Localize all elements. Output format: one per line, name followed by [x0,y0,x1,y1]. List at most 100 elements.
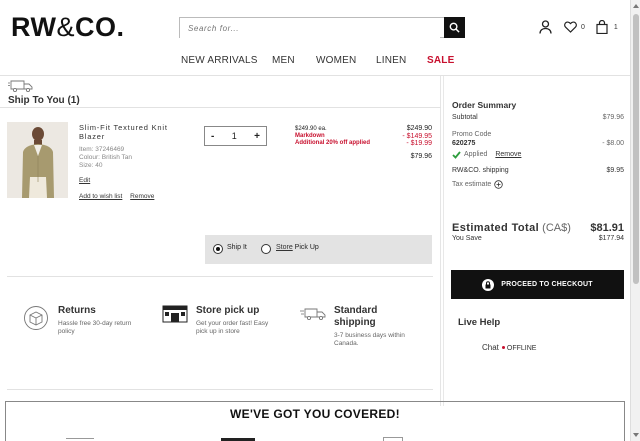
currency-label: (CA$) [542,222,571,234]
shipping-row: RW&CO. shipping $9.95 [452,167,624,174]
store-icon [162,305,188,323]
product-image[interactable] [7,122,68,198]
feature-returns-desc: Hassle free 30-day return policy [58,320,132,335]
additional-discount-label: Additional 20% off applied [295,140,371,146]
nav-item-men[interactable]: MEN [272,55,295,66]
promo-remove-link[interactable]: Remove [495,151,521,159]
subtotal-label: Subtotal [452,114,478,121]
product-item-number: Item: 37246469 [79,146,125,153]
lock-icon [482,278,495,291]
plus-circle-icon[interactable] [494,180,503,189]
divider [7,389,433,390]
banner-icon-partial [383,437,403,441]
delivery-truck-icon [300,308,326,321]
ship-it-label[interactable]: Ship It [227,244,247,251]
check-icon [452,151,461,159]
remove-item-link[interactable]: Remove [130,193,154,200]
banner-icon-partial [66,438,94,439]
checkout-label: PROCEED TO CHECKOUT [501,281,593,288]
price-original: $249.90 [406,125,432,132]
you-save-row: You Save $177.94 [452,235,624,242]
scroll-up-arrow-icon[interactable] [633,4,639,8]
page-scrollbar[interactable] [630,0,640,441]
promo-code-value: 620275 [452,140,476,147]
subtotal-value: $79.96 [602,114,624,121]
fulfillment-options: Ship It Store Pick Up [205,235,432,264]
quantity-value[interactable]: 1 [232,131,237,141]
divider [0,107,441,108]
cart-count: 1 [613,23,618,31]
store-pickup-radio[interactable] [261,244,271,254]
user-icon [539,20,552,34]
nav-item-women[interactable]: WOMEN [316,55,356,66]
markdown-amount: - $149.95 [402,132,432,140]
nav-item-sale[interactable]: SALE [427,55,454,66]
account-button[interactable] [539,20,552,34]
item-final-price: $79.96 [410,152,432,160]
quantity-decrease-button[interactable]: - [211,131,214,142]
you-save-label: You Save [452,235,482,242]
quantity-increase-button[interactable]: + [254,131,260,142]
nav-item-new-arrivals[interactable]: NEW ARRIVALS [181,55,258,66]
logo-amp: & [56,12,76,42]
chat-label: Chat [482,343,499,352]
proceed-to-checkout-button[interactable]: PROCEED TO CHECKOUT [451,270,624,299]
tax-estimate-label: Tax estimate [452,181,492,188]
scrollbar-thumb[interactable] [633,14,639,284]
price-breakdown-values: $249.90 - $149.95 - $19.99 $79.96 [395,125,432,160]
wishlist-button[interactable]: 0 [564,21,585,33]
offline-status-dot-icon [501,345,505,349]
order-summary-panel: Order Summary Subtotal $79.96 Promo Code… [443,76,630,406]
cart-section: Ship To You (1) Slim-Fit Textured Knit B… [0,76,441,406]
additional-discount-amount: - $19.99 [406,140,432,147]
store-pickup-link[interactable]: Store [276,244,293,251]
feature-returns-title: Returns [58,305,96,316]
edit-link[interactable]: Edit [79,177,90,184]
divider [7,276,433,277]
subtotal-row: Subtotal $79.96 [452,114,624,121]
promo-applied-label: Applied [464,151,488,158]
price-breakdown-labels: $249.90 ea. Markdown Additional 20% off … [295,126,370,147]
product-size: Size: 40 [79,162,103,169]
product-name[interactable]: Slim-Fit Textured Knit Blazer [79,123,189,141]
feature-shipping-desc: 3-7 business days within Canada. [334,332,405,347]
cart-button[interactable]: 1 [596,20,618,34]
header-icons: 0 1 [539,20,618,34]
store-pickup-label: Pick Up [292,244,319,251]
promo-code-label: Promo Code [452,131,492,138]
price-each: $249.90 ea. [295,126,327,132]
add-to-wishlist-link[interactable]: Add to wish list [79,193,122,200]
markdown-label: Markdown [295,133,325,139]
covered-banner-title: WE'VE GOT YOU COVERED! [230,407,400,421]
promo-applied-row: Applied Remove [452,151,624,159]
main-nav: NEW ARRIVALS MEN WOMEN LINEN SALE [0,55,630,75]
promo-code-row: 620275 - $8.00 [452,140,624,147]
feature-shipping-title: Standard shipping [334,305,378,328]
live-chat-status[interactable]: Chat OFFLINE [482,343,536,352]
estimated-total-value: $81.91 [590,222,624,234]
order-summary-title: Order Summary [452,100,517,110]
logo-text-rest: CO. [75,12,125,42]
product-colour: Colour: British Tan [79,154,132,161]
you-save-value: $177.94 [598,235,624,242]
shipping-label: RW&CO. shipping [452,167,509,174]
search-input[interactable] [180,19,440,38]
shipping-value: $9.95 [606,167,624,174]
heart-icon [564,21,577,33]
promo-discount-value: - $8.00 [602,140,624,147]
estimated-total-row: Estimated Total (CA$) $81.91 [452,222,624,234]
promo-code-label-row: Promo Code [452,131,624,138]
scroll-down-arrow-icon[interactable] [633,433,639,437]
nav-item-linen[interactable]: LINEN [376,55,406,66]
ship-to-you-title: Ship To You (1) [8,95,80,106]
shopping-bag-icon [596,20,608,34]
feature-store-pickup-desc: Get your order fast! Easy pick up in sto… [196,320,269,335]
covered-banner: WE'VE GOT YOU COVERED! [5,401,625,441]
ship-it-radio[interactable] [213,244,223,254]
logo-text: RW [11,12,57,42]
search-button[interactable] [444,17,465,38]
search-icon [449,22,460,33]
site-logo[interactable]: RW&CO. [11,12,125,43]
quantity-stepper: - 1 + [204,126,267,146]
live-help-title: Live Help [458,317,501,328]
